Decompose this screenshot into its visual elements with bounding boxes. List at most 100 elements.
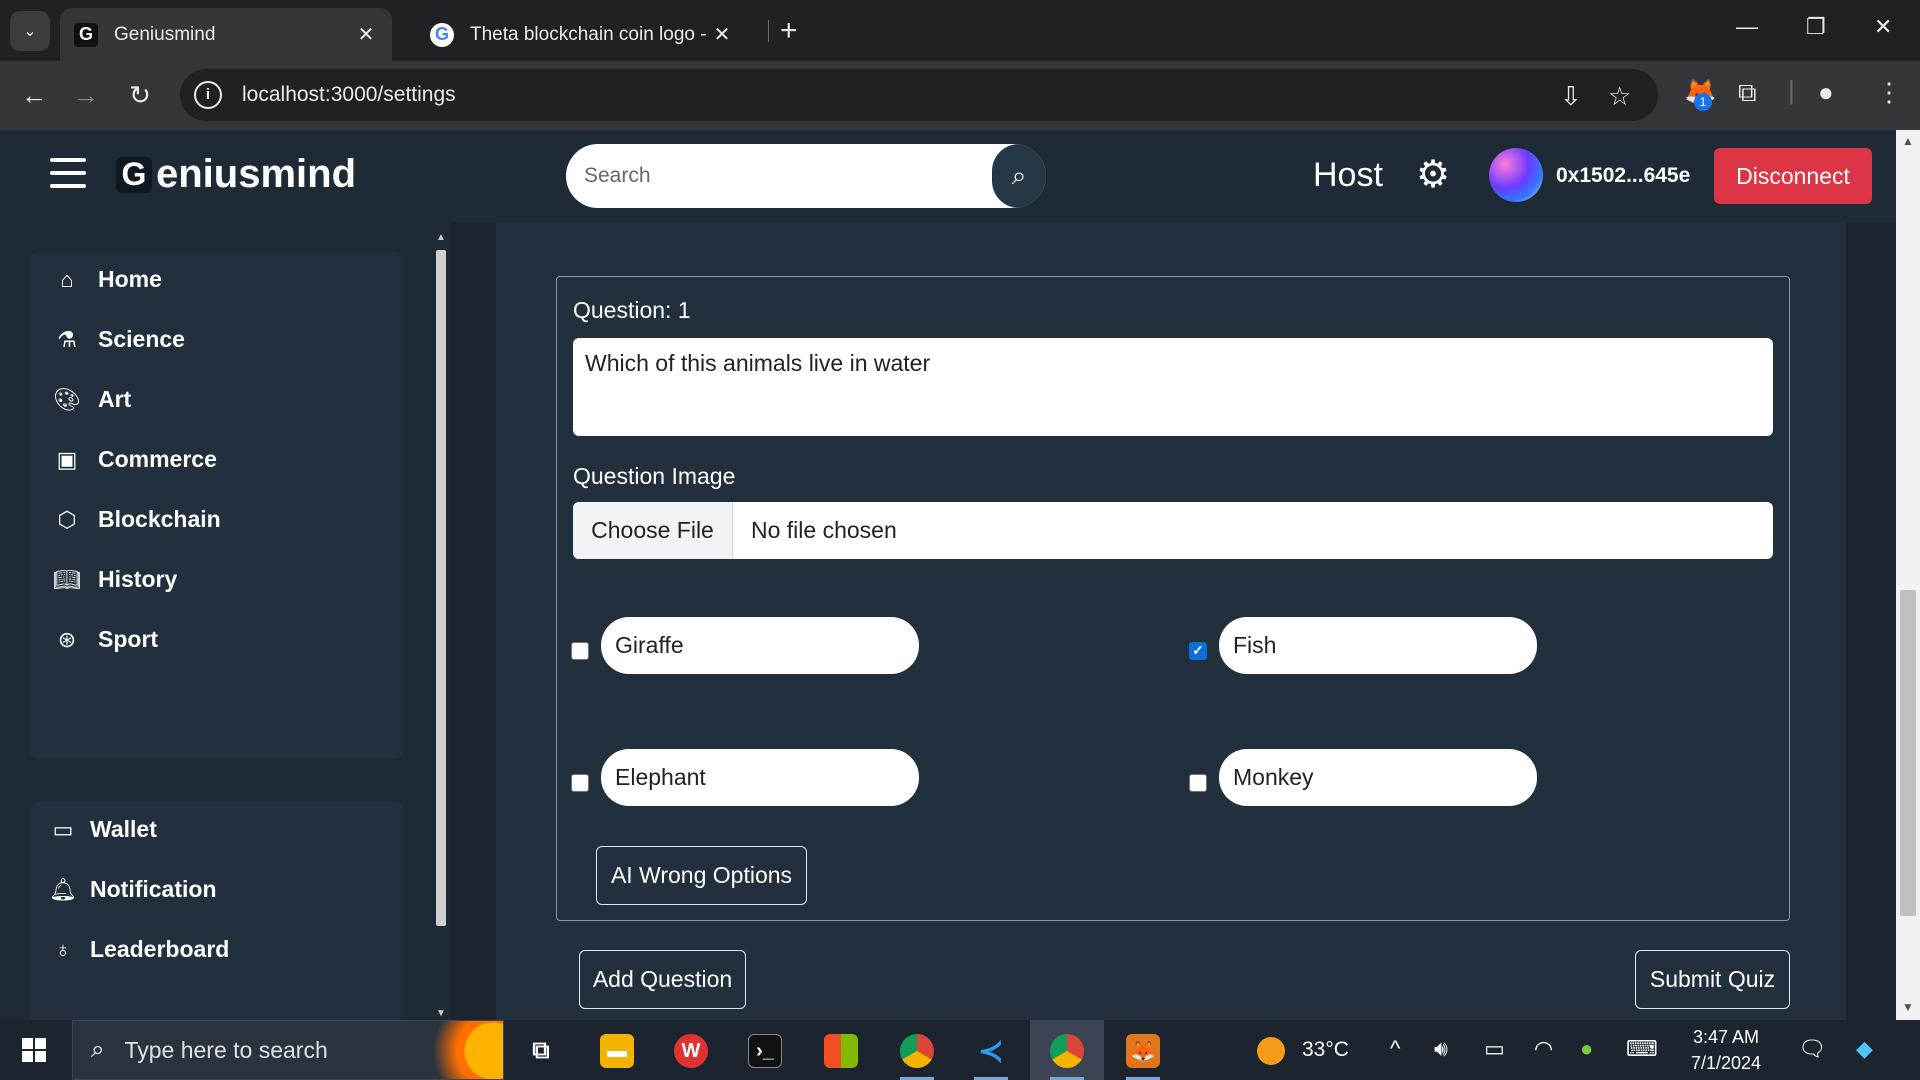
option-checkbox[interactable] [571,773,589,792]
avatar[interactable] [1489,148,1543,202]
restore-icon[interactable]: ❐ [1806,14,1826,40]
logo-mark: G [116,156,152,193]
keyboard-icon[interactable]: ⌨ [1626,1036,1658,1062]
sidebar-item-notification[interactable]: 🔔︎ Notification [48,876,217,903]
date: 7/1/2024 [1690,1053,1762,1073]
scroll-down-icon[interactable]: ▼ [1902,1000,1914,1014]
install-app-icon[interactable]: ⇩ [1560,81,1582,112]
file-explorer-icon[interactable]: ▬ [600,1034,634,1068]
address-bar[interactable]: i localhost:3000/settings ⇩ ☆ [180,69,1658,121]
app-tray-icon[interactable]: ● [1580,1036,1593,1062]
choose-file-button[interactable]: Choose File [573,502,733,559]
sidebar-item-history[interactable]: 📖︎ History [52,566,177,593]
disconnect-button[interactable]: Disconnect [1714,148,1872,204]
sidebar-item-sport[interactable]: ⊛ Sport [52,626,158,653]
metamask-app-icon[interactable]: 🦊 [1126,1034,1160,1068]
sidebar: ⌂ Home ⚗ Science 🎨︎ Art ▣ Commerce ⬡ Blo… [0,222,450,1042]
clock[interactable]: 3:47 AM 7/1/2024 [1676,1024,1776,1076]
option-row: Monkey [1189,749,1537,806]
wifi-icon[interactable]: ◠ [1534,1036,1553,1062]
wallet-address: 0x1502...645e [1556,164,1691,187]
back-icon[interactable]: ← [16,77,52,113]
browser-toolbar: ← → ↻ i localhost:3000/settings ⇩ ☆ 🦊 ⧉ … [0,61,1920,130]
page-scroll-thumb[interactable] [1900,590,1916,916]
option-row: ✓ Fish [1189,617,1537,674]
site-info-icon[interactable]: i [194,81,222,109]
extensions-icon[interactable]: ⧉ [1738,77,1757,109]
option-checkbox[interactable]: ✓ [1189,641,1207,660]
scroll-up-icon[interactable]: ▲ [1902,134,1914,148]
browser-menu-icon[interactable]: ⋮ [1876,77,1902,108]
sidebar-item-label: Science [98,326,185,352]
browser-tab-geniusmind[interactable]: G Geniusmind ✕ [60,8,392,61]
sidebar-item-science[interactable]: ⚗ Science [52,326,185,353]
extension-badge: 1 [1694,93,1712,111]
add-question-button[interactable]: Add Question [579,950,746,1009]
tab-search-button[interactable]: ⌄ [10,11,50,51]
option-checkbox[interactable] [571,641,589,660]
search-icon: ⌕ [91,1036,105,1063]
sidebar-item-wallet[interactable]: ▭ Wallet [48,816,157,843]
close-window-icon[interactable]: ✕ [1874,14,1892,40]
taskbar-search[interactable]: ⌕ Type here to search [72,1020,504,1080]
sidebar-item-label: Notification [90,876,217,902]
sidebar-item-label: Wallet [90,816,157,842]
submit-quiz-button[interactable]: Submit Quiz [1635,950,1790,1009]
bookmark-star-icon[interactable]: ☆ [1608,81,1631,112]
option-input[interactable]: Giraffe [601,617,919,674]
question-label: Question: 1 [573,297,691,323]
temperature[interactable]: 33°C [1302,1038,1349,1062]
browser-tab-google[interactable]: G Theta blockchain coin logo - Go ✕ [416,8,748,61]
search-input[interactable] [566,144,986,208]
app-header: G eniusmind ⌕ Host ⚙ 0x1502...645e Disco… [0,130,1920,222]
blocks-icon: ⬡ [57,506,77,532]
scroll-down-icon[interactable]: ▼ [436,1008,446,1019]
option-checkbox[interactable] [1189,773,1207,792]
menu-toggle-icon[interactable] [50,158,86,188]
windows-start-icon[interactable] [22,1038,46,1062]
sidebar-item-label: Art [98,386,132,412]
ai-wrong-options-button[interactable]: AI Wrong Options [596,846,807,905]
logo[interactable]: G eniusmind [116,152,356,197]
task-view-icon[interactable]: ⧉ [524,1034,558,1068]
terminal-icon[interactable]: ›_ [748,1034,782,1068]
sidebar-scrollbar[interactable]: ▲ ▼ [434,232,448,1022]
vscode-icon[interactable]: ≺ [974,1034,1008,1068]
new-tab-icon[interactable]: + [780,14,798,48]
page-scrollbar[interactable]: ▲ ▼ [1896,130,1920,1020]
scroll-up-icon[interactable]: ▲ [436,232,446,243]
search-button[interactable]: ⌕ [992,144,1046,208]
volume-icon[interactable]: 🔊︎ [1434,1036,1448,1062]
profile-icon[interactable]: ● [1818,77,1834,108]
chrome-profile-icon[interactable] [1050,1034,1084,1068]
close-tab-icon[interactable]: ✕ [354,22,378,47]
copilot-icon[interactable]: ◆ [1856,1036,1873,1062]
weather-icon[interactable] [1257,1037,1285,1065]
option-input[interactable]: Monkey [1219,749,1537,806]
category-nav: ⌂ Home ⚗ Science 🎨︎ Art ▣ Commerce ⬡ Blo… [30,252,403,759]
file-status: No file chosen [751,517,897,543]
sidebar-item-leaderboard[interactable]: ♁ Leaderboard [48,936,230,963]
close-tab-icon[interactable]: ✕ [710,22,734,47]
sidebar-item-home[interactable]: ⌂ Home [52,266,162,293]
sidebar-scroll-thumb[interactable] [436,250,446,926]
gear-icon[interactable]: ⚙ [1416,152,1450,197]
question-textarea[interactable]: Which of this animals live in water [573,338,1773,436]
battery-icon[interactable]: ▭ [1484,1036,1505,1062]
reload-icon[interactable]: ↻ [122,77,158,113]
sidebar-item-art[interactable]: 🎨︎ Art [52,386,131,413]
wps-office-icon[interactable]: W [674,1034,708,1068]
minimize-icon[interactable]: — [1736,14,1758,40]
sidebar-item-commerce[interactable]: ▣ Commerce [52,446,217,473]
notification-center-icon[interactable]: 🗨︎ [1798,1036,1826,1062]
microsoft-store-icon[interactable] [824,1034,858,1068]
option-input[interactable]: Fish [1219,617,1537,674]
file-input[interactable]: Choose File No file chosen [573,502,1773,559]
sidebar-item-label: Blockchain [98,506,221,532]
tray-chevron-icon[interactable]: ^ [1390,1036,1400,1062]
forward-icon[interactable]: → [68,77,104,113]
sidebar-item-label: Commerce [98,446,217,472]
sidebar-item-blockchain[interactable]: ⬡ Blockchain [52,506,221,533]
option-input[interactable]: Elephant [601,749,919,806]
chrome-icon[interactable] [900,1034,934,1068]
